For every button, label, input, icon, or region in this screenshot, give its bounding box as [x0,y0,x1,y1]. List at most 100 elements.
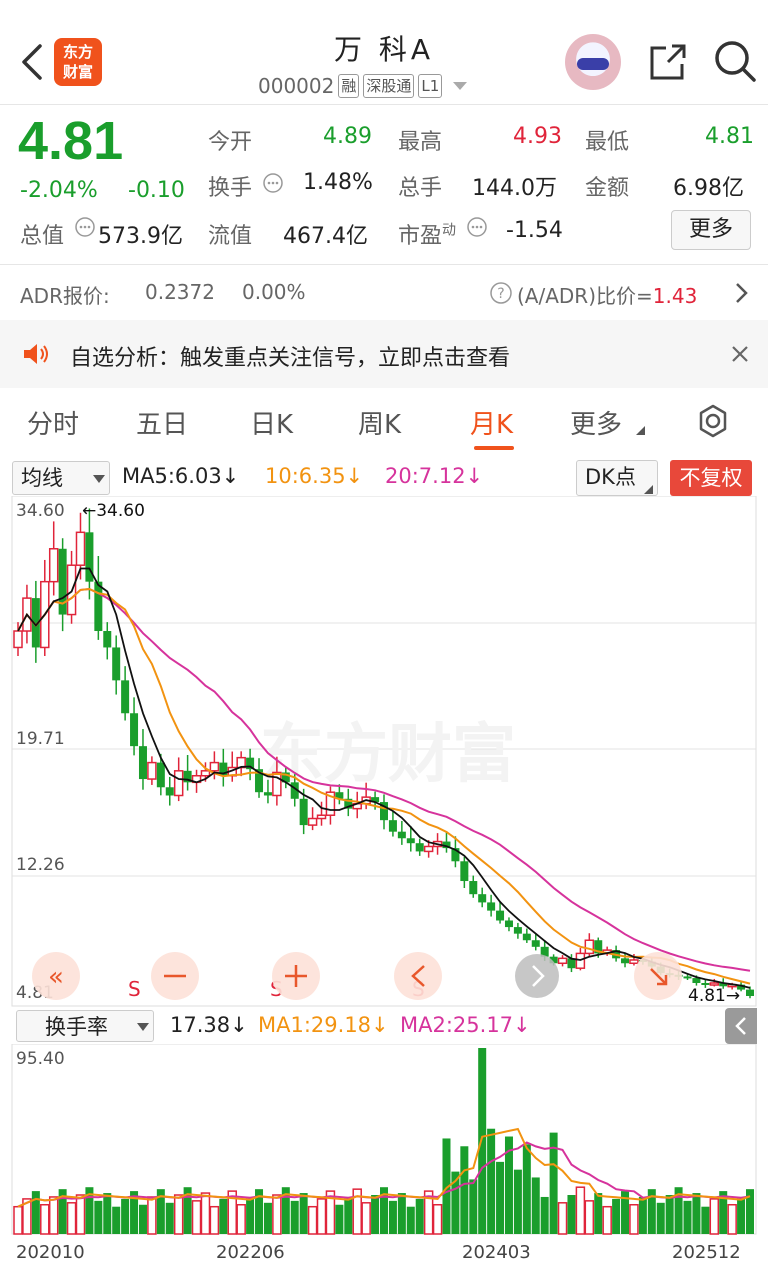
zoom-in-button[interactable] [272,952,320,1000]
step-right-button[interactable] [515,954,559,998]
turnover-bar [683,1200,692,1234]
indicator-select[interactable]: 换手率 [16,1010,154,1042]
candle-body [94,581,103,632]
turnover-bar [540,1196,549,1234]
close-icon[interactable] [730,344,750,364]
candle-body [103,631,112,648]
turnover-bar [656,1202,665,1234]
turnover-bar [66,1202,77,1235]
turnover-bar [219,1198,228,1234]
turnover-bar [665,1195,674,1234]
candle-body [272,771,282,797]
svg-text:«: « [48,962,64,992]
high-value: 4.93 [513,124,562,149]
chevron-right-icon[interactable] [734,282,750,304]
turnover-bar [432,1204,443,1235]
tab-more[interactable]: 更多 [570,404,622,441]
change-value: -0.10 [128,178,185,203]
tab-daily-k[interactable]: 日K [250,404,293,441]
ma10-value: 10:6.35↓ [265,464,364,488]
search-icon[interactable] [712,38,758,84]
turnover-bar [602,1205,612,1235]
y-label-max: 95.40 [16,1049,65,1069]
candle-body [469,881,478,895]
turnover-bar [299,1193,308,1234]
tab-five-day[interactable]: 五日 [136,404,188,441]
reset-button[interactable] [634,952,682,1000]
notice-text[interactable]: 自选分析：触发重点关注信号，立即点击查看 [70,340,510,372]
dropdown-caret-icon[interactable] [452,81,468,91]
candle-body [683,976,692,979]
info-icon[interactable] [262,172,284,194]
turnover-bar [487,1128,496,1234]
share-icon[interactable] [646,40,690,84]
candle-body [709,982,720,986]
tab-monthly-k[interactable]: 月K [470,404,513,441]
turnover-bar [584,1200,595,1235]
candle-body [522,933,531,941]
turnover-bar [557,1202,568,1235]
amount-label: 金额 [585,176,630,201]
turnover-bar [290,1200,299,1234]
turnover-bar [727,1204,737,1235]
turnover-bar [200,1192,211,1235]
turnover-bar [692,1193,701,1234]
candle-body [48,548,59,583]
x-label: 202403 [462,1242,531,1263]
turnover-bar [316,1198,327,1235]
help-icon[interactable]: ? [489,281,513,305]
turnover-bar [138,1204,147,1234]
pe-value: -1.54 [506,218,563,243]
turnover-bar [344,1196,353,1234]
turnover-bar [236,1204,246,1235]
svg-text:?: ? [497,286,504,302]
turnover-bar [612,1198,621,1234]
turnover-bar [112,1206,121,1234]
candle-body [531,940,540,947]
zoom-out-button[interactable] [151,952,199,1000]
turnover-bar [513,1169,522,1234]
step-left-button[interactable] [394,952,442,1000]
adjust-button[interactable]: 不复权 [670,460,752,496]
tab-weekly-k[interactable]: 周K [358,404,401,441]
turnover-bar [638,1196,647,1234]
adr-percent: 0.00% [242,280,306,304]
tab-intraday[interactable]: 分时 [27,404,79,441]
tag-margin: 融 [338,74,360,98]
assistant-avatar[interactable] [565,34,621,90]
gear-icon[interactable] [696,404,730,438]
adr-label: ADR报价: [20,284,110,308]
info-icon[interactable] [466,216,488,238]
turnover-bar [246,1196,255,1234]
current-price: 4.81 [18,111,124,171]
candle-body [173,770,184,797]
adr-price: 0.2372 [145,280,215,304]
candle-body [138,746,147,780]
candle-body [423,845,434,853]
candle-body [406,838,415,844]
candle-body [307,817,318,826]
turnover-chart[interactable]: 95.40 202010 202206 202403 202512 [0,1044,768,1268]
info-icon[interactable] [74,216,96,238]
adr-ratio[interactable]: (A/ADR)比价=1.43 [517,280,697,309]
candle-body [156,762,165,788]
scroll-left-button[interactable]: « [32,952,80,1000]
change-percent: -2.04% [20,178,98,203]
ma20-value: 20:7.12↓ [385,464,484,488]
dk-select[interactable]: DK点 [576,460,658,496]
pe-label: 市盈动 [398,222,457,249]
collapse-panel-button[interactable] [725,1008,757,1044]
more-button[interactable]: 更多 [671,210,751,250]
ma-select[interactable]: 均线 [12,461,110,495]
caret-icon [644,485,653,494]
turnover-bar [397,1193,406,1234]
turnover-bar [209,1205,220,1235]
turnover-bar [31,1191,40,1234]
kline-chart[interactable]: 东方财富 34.60 ←34.60 19.71 12.26 4.81 4.81→… [0,496,768,1008]
candle-body [263,792,272,796]
stock-subtitle: 000002 融 深股通 L1 [258,74,468,98]
candle-body [504,920,513,928]
turnover-value: 1.48% [303,170,373,195]
turnover-bar [40,1204,50,1235]
candle-body [112,647,121,681]
